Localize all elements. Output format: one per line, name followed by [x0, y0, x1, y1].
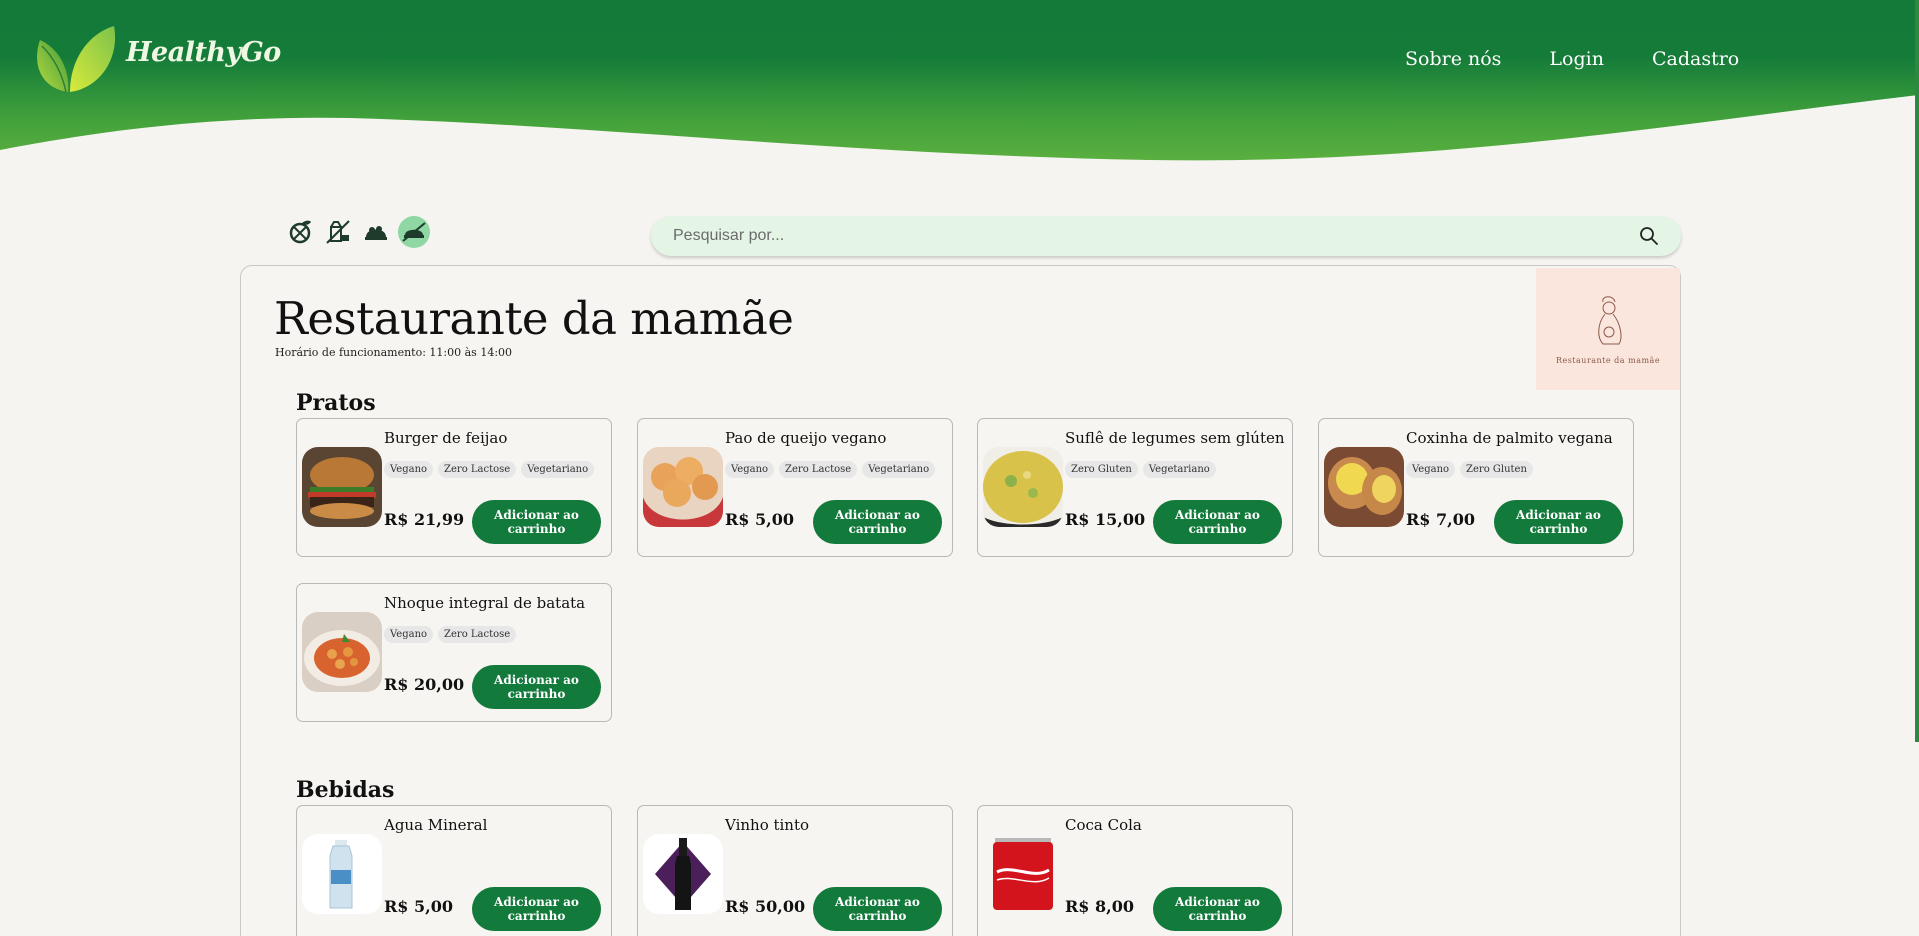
add-to-cart-button[interactable]: Adicionar ao carrinho: [813, 887, 942, 931]
menu-item-name: Nhoque integral de batata: [384, 594, 586, 612]
diet-tag: Vegano: [384, 626, 434, 643]
section-title-bebidas: Bebidas: [296, 777, 395, 803]
menu-item-tags: Vegano Zero Lactose Vegetariano: [725, 461, 936, 478]
burger-image: [302, 447, 382, 527]
add-to-cart-button[interactable]: Adicionar ao carrinho: [1153, 887, 1282, 931]
diet-tag: Vegetariano: [1142, 461, 1216, 478]
restaurant-name: Restaurante da mamãe: [274, 292, 794, 345]
gluten-free-filter-icon[interactable]: [398, 216, 430, 248]
header-wave: [0, 0, 1919, 161]
diet-tag: Vegano: [725, 461, 775, 478]
search-button[interactable]: [1629, 216, 1669, 256]
mother-illustration-icon: [1598, 295, 1622, 344]
menu-item-card: Nhoque integral de batata Vegano Zero La…: [296, 583, 612, 722]
leaf-filter-icon[interactable]: [284, 216, 316, 248]
site-header: HealthyGo Sobre nós Login Cadastro: [0, 0, 1919, 170]
menu-item-card: Coca Cola R$ 8,00 Adicionar ao carrinho: [977, 805, 1293, 936]
vinho-tinto-image: [643, 834, 723, 914]
menu-item-price: R$ 7,00: [1406, 510, 1475, 529]
main-nav: Sobre nós Login Cadastro: [1405, 48, 1739, 70]
diet-tag: Zero Lactose: [438, 461, 517, 478]
menu-item-card: Vinho tinto R$ 50,00 Adicionar ao carrin…: [637, 805, 953, 936]
menu-item-card: Burger de feijao Vegano Zero Lactose Veg…: [296, 418, 612, 557]
coxinha-image: [1324, 447, 1404, 527]
menu-item-price: R$ 50,00: [725, 897, 806, 916]
menu-item-card: Suflê de legumes sem glúten Zero Gluten …: [977, 418, 1293, 557]
add-to-cart-button[interactable]: Adicionar ao carrinho: [472, 665, 601, 709]
menu-item-name: Burger de feijao: [384, 429, 508, 447]
leaf-logo-icon: [37, 26, 116, 93]
diet-tag: Vegano: [1406, 461, 1456, 478]
agua-mineral-image: [302, 834, 382, 914]
restaurant-logo: Restaurante da mamãe: [1536, 268, 1680, 390]
menu-item-price: R$ 8,00: [1065, 897, 1134, 916]
menu-item-tags: Vegano Zero Lactose: [384, 626, 517, 643]
search-icon: [1640, 227, 1658, 245]
menu-item-name: Vinho tinto: [725, 816, 810, 834]
page-scrollbar[interactable]: [1915, 0, 1919, 742]
brand-name: HealthyGo: [126, 36, 281, 68]
coca-cola-image: [983, 834, 1063, 914]
diet-tag: Vegetariano: [862, 461, 936, 478]
menu-item-price: R$ 21,99: [384, 510, 465, 529]
nhoque-image: [302, 612, 382, 692]
menu-item-name: Coca Cola: [1065, 816, 1142, 834]
search-input[interactable]: [651, 227, 1629, 245]
section-title-pratos: Pratos: [296, 390, 376, 416]
logo[interactable]: HealthyGo: [30, 18, 281, 96]
restaurant-panel: Restaurante da mamãe Horário de funciona…: [240, 265, 1681, 936]
vegetarian-filter-icon[interactable]: [360, 216, 392, 248]
restaurant-hours: Horário de funcionamento: 11:00 às 14:00: [275, 346, 513, 359]
search-bar: [651, 216, 1681, 256]
add-to-cart-button[interactable]: Adicionar ao carrinho: [1153, 500, 1282, 544]
diet-tag: Zero Gluten: [1460, 461, 1533, 478]
diet-tag: Zero Gluten: [1065, 461, 1138, 478]
menu-item-tags: Vegano Zero Gluten: [1406, 461, 1533, 478]
menu-item-tags: Vegano Zero Lactose Vegetariano: [384, 461, 595, 478]
add-to-cart-button[interactable]: Adicionar ao carrinho: [1494, 500, 1623, 544]
diet-filters: [284, 216, 430, 248]
diet-tag: Zero Lactose: [779, 461, 858, 478]
menu-item-name: Agua Mineral: [384, 816, 488, 834]
milk-free-filter-icon[interactable]: [322, 216, 354, 248]
menu-item-price: R$ 20,00: [384, 675, 465, 694]
menu-item-card: Coxinha de palmito vegana Vegano Zero Gl…: [1318, 418, 1634, 557]
pao-de-queijo-image: [643, 447, 723, 527]
nav-cadastro[interactable]: Cadastro: [1652, 48, 1739, 70]
menu-item-price: R$ 5,00: [384, 897, 453, 916]
menu-item-name: Pao de queijo vegano: [725, 429, 887, 447]
add-to-cart-button[interactable]: Adicionar ao carrinho: [813, 500, 942, 544]
diet-tag: Vegano: [384, 461, 434, 478]
menu-item-name: Coxinha de palmito vegana: [1406, 429, 1613, 447]
sufle-image: [983, 447, 1063, 527]
menu-item-price: R$ 15,00: [1065, 510, 1146, 529]
menu-item-card: Pao de queijo vegano Vegano Zero Lactose…: [637, 418, 953, 557]
menu-item-tags: Zero Gluten Vegetariano: [1065, 461, 1216, 478]
add-to-cart-button[interactable]: Adicionar ao carrinho: [472, 887, 601, 931]
nav-login[interactable]: Login: [1549, 48, 1604, 70]
add-to-cart-button[interactable]: Adicionar ao carrinho: [472, 500, 601, 544]
diet-tag: Zero Lactose: [438, 626, 517, 643]
menu-item-card: Agua Mineral R$ 5,00 Adicionar ao carrin…: [296, 805, 612, 936]
menu-item-price: R$ 5,00: [725, 510, 794, 529]
diet-tag: Vegetariano: [521, 461, 595, 478]
nav-sobre-nos[interactable]: Sobre nós: [1405, 48, 1501, 70]
menu-item-name: Suflê de legumes sem glúten: [1065, 429, 1285, 447]
restaurant-logo-text: Restaurante da mamãe: [1555, 355, 1661, 365]
